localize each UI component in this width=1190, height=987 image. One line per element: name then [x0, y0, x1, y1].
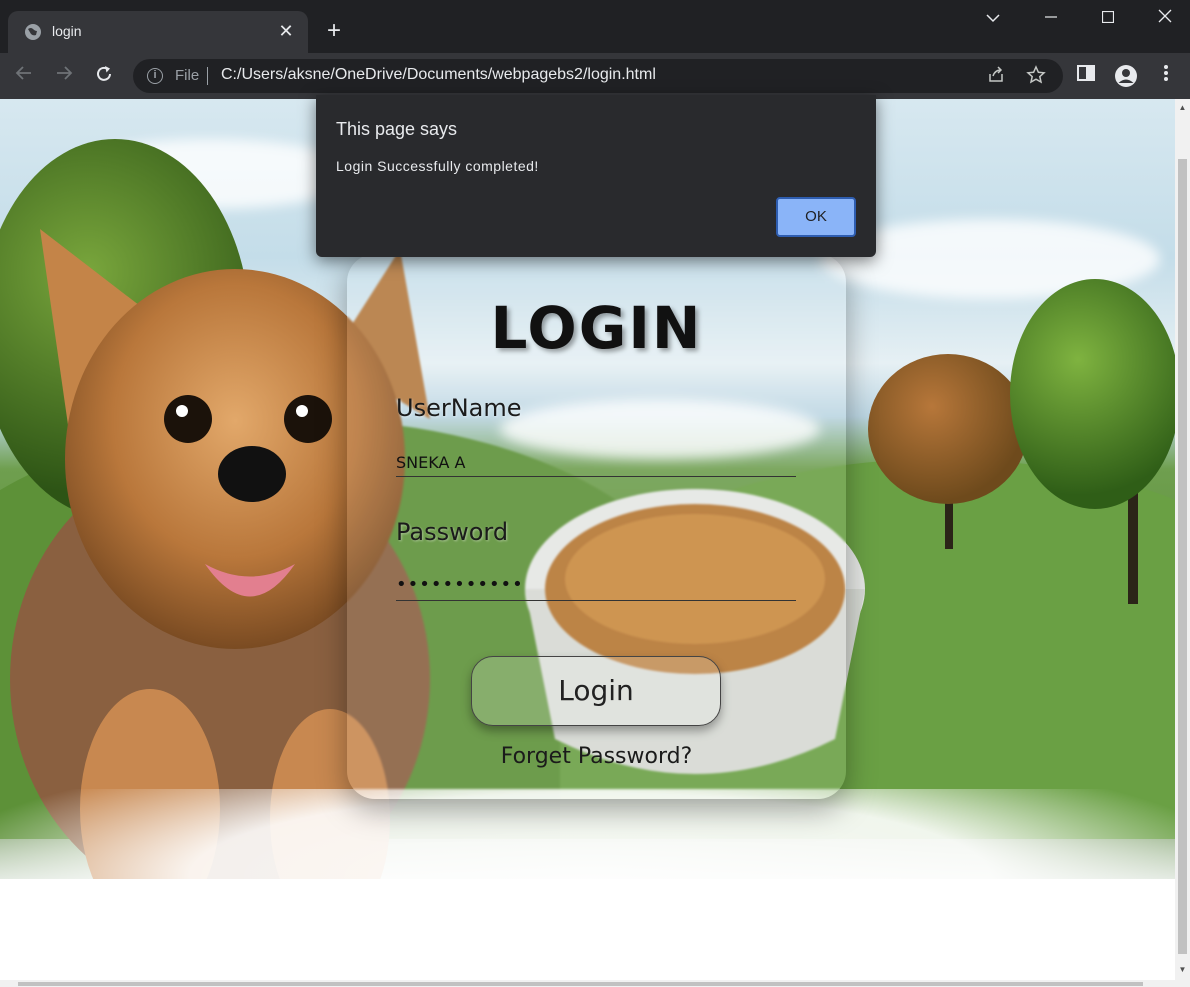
scroll-up-icon[interactable]: ▲	[1178, 103, 1187, 113]
login-button[interactable]: Login	[471, 656, 721, 726]
vertical-scrollbar[interactable]: ▲ ▼	[1175, 99, 1190, 980]
minimize-icon[interactable]	[1028, 6, 1074, 32]
scrollbar-thumb[interactable]	[1178, 159, 1187, 954]
dialog-message: Login Successfully completed!	[336, 158, 539, 174]
info-icon[interactable]: i	[147, 68, 163, 84]
url-text[interactable]: C:/Users/aksne/OneDrive/Documents/webpag…	[221, 66, 656, 84]
scroll-down-icon[interactable]: ▼	[1178, 965, 1187, 975]
forget-password-link[interactable]: Forget Password?	[347, 744, 846, 769]
username-input[interactable]: SNEKA A	[396, 449, 796, 477]
dialog-title: This page says	[336, 119, 458, 139]
ok-button[interactable]: OK	[776, 197, 856, 237]
page-title: LOGIN	[490, 294, 703, 362]
password-label: Password	[396, 518, 509, 546]
divider	[207, 67, 208, 85]
tab-title: login	[52, 23, 82, 39]
tab-search-icon[interactable]	[970, 6, 1016, 32]
mist	[0, 879, 1175, 980]
maximize-icon[interactable]	[1085, 6, 1131, 32]
address-bar[interactable]: i File C:/Users/aksne/OneDrive/Documents…	[133, 59, 1063, 93]
forward-arrow-icon[interactable]	[52, 64, 76, 88]
tab-login[interactable]: login ✕	[8, 11, 308, 53]
profile-icon[interactable]	[1114, 64, 1138, 88]
scheme-label: File	[175, 67, 200, 84]
username-label: UserName	[396, 394, 522, 422]
reload-icon[interactable]	[92, 64, 116, 88]
new-tab-button[interactable]: +	[322, 19, 346, 44]
scrollbar-thumb[interactable]	[18, 982, 1143, 986]
back-arrow-icon[interactable]	[12, 64, 36, 88]
alert-dialog: This page says Login Successfully comple…	[316, 95, 876, 257]
close-window-icon[interactable]	[1142, 6, 1188, 32]
star-icon[interactable]	[1025, 65, 1047, 87]
side-panel-icon[interactable]	[1074, 64, 1098, 88]
tree	[1010, 279, 1175, 509]
browser-toolbar: i File C:/Users/aksne/OneDrive/Documents…	[0, 53, 1190, 99]
tree	[868, 354, 1028, 504]
globe-icon	[25, 24, 41, 40]
password-input[interactable]: •••••••••••	[396, 573, 796, 601]
login-card: LOGIN UserName SNEKA A Password ••••••••…	[347, 254, 846, 799]
horizontal-scrollbar[interactable]	[0, 980, 1190, 987]
tab-strip: login ✕ +	[0, 0, 1190, 53]
share-icon[interactable]	[985, 65, 1007, 87]
tab-close-icon[interactable]: ✕	[276, 21, 296, 41]
kebab-menu-icon[interactable]	[1154, 64, 1178, 88]
